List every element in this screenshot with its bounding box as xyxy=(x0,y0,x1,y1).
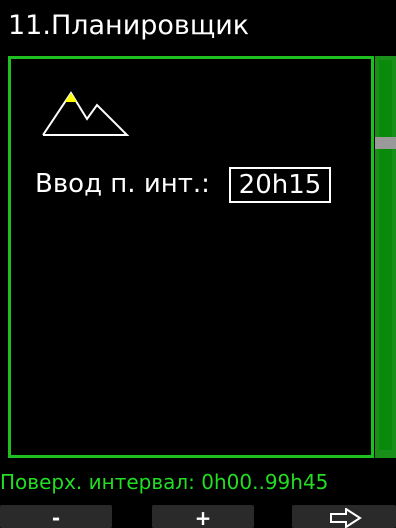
surface-interval-input[interactable]: 20h15 xyxy=(229,167,331,203)
status-hint-text: Поверх. интервал: 0h00..99h45 xyxy=(0,470,329,494)
softkey-bar: - + xyxy=(0,505,396,528)
next-button[interactable] xyxy=(292,505,396,528)
status-bar: Поверх. интервал: 0h00..99h45 xyxy=(0,462,396,502)
scrollbar[interactable] xyxy=(375,56,396,458)
page-title: 11.Планировщик xyxy=(8,10,250,41)
decrease-button[interactable]: - xyxy=(0,505,112,528)
planner-panel: Ввод п. инт.: 20h15 xyxy=(8,56,374,458)
increase-button[interactable]: + xyxy=(152,505,254,528)
header-bar: 11.Планировщик xyxy=(0,0,396,56)
surface-interval-label: Ввод п. инт.: xyxy=(35,169,210,199)
arrow-right-icon xyxy=(330,508,362,528)
mountain-altitude-icon xyxy=(42,91,130,136)
scrollbar-track xyxy=(379,60,392,450)
scrollbar-thumb[interactable] xyxy=(375,137,396,149)
